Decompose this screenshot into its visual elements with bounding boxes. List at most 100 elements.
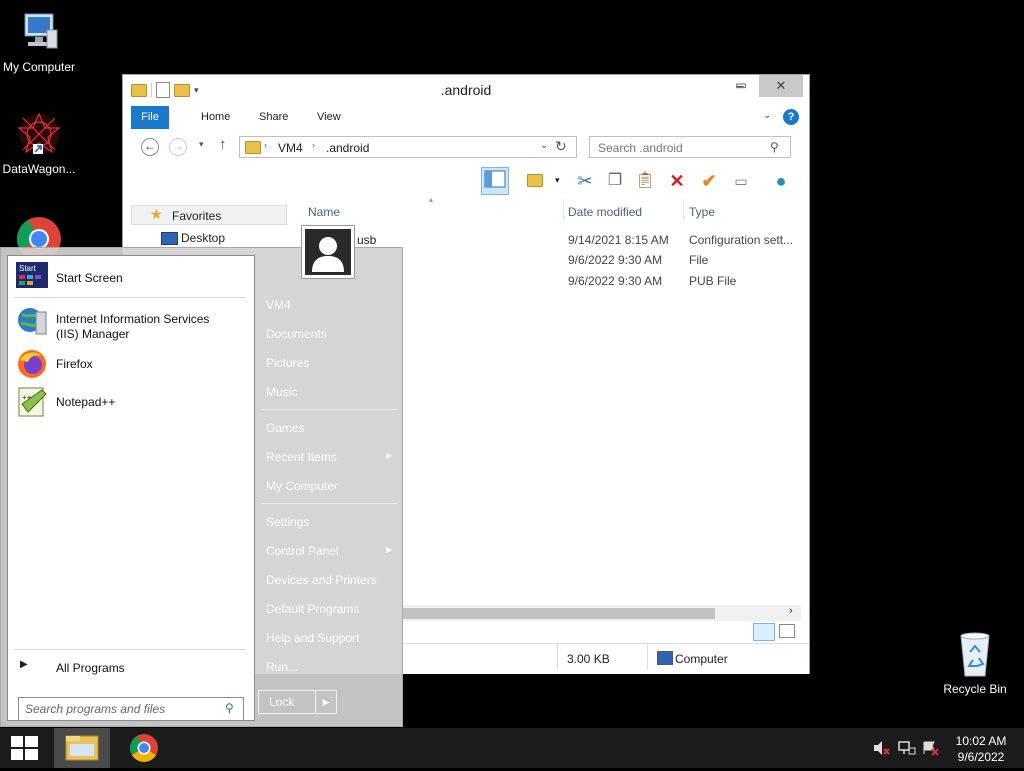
search-icon[interactable]: ⚲ xyxy=(225,701,234,715)
column-date-modified[interactable]: Date modified xyxy=(568,201,642,223)
search-box[interactable]: Search .android ⚲ xyxy=(589,136,791,158)
large-icons-view-icon[interactable] xyxy=(779,624,795,638)
tab-share[interactable]: Share xyxy=(249,106,298,129)
up-button[interactable]: ↑ xyxy=(219,136,227,153)
nav-desktop-label: Desktop xyxy=(181,231,226,245)
notepadpp-icon: ++ xyxy=(16,386,47,417)
search-icon[interactable]: ⚲ xyxy=(770,140,779,154)
scroll-right-icon[interactable]: › xyxy=(789,605,793,617)
network-icon[interactable] xyxy=(898,740,916,759)
nav-desktop[interactable]: Desktop xyxy=(131,227,287,247)
clock[interactable]: 10:02 AM 9/6/2022 xyxy=(950,734,1012,764)
recent-locations-icon[interactable]: ▾ xyxy=(199,139,204,150)
computer-icon xyxy=(15,8,63,56)
column-type[interactable]: Type xyxy=(689,201,715,223)
tab-view[interactable]: View xyxy=(307,106,351,129)
start-item-help-support[interactable]: Help and Support xyxy=(266,631,359,645)
program-iis-manager[interactable]: Internet Information Services (IIS) Mana… xyxy=(14,302,248,341)
expand-arrow-icon: ▶ xyxy=(20,659,28,670)
delete-icon[interactable]: ✕ xyxy=(663,167,691,195)
desktop-icon-my-computer[interactable]: My Computer xyxy=(0,8,81,74)
start-item-pictures[interactable]: Pictures xyxy=(266,356,309,370)
start-menu-programs-panel: Start Start Screen Internet Information … xyxy=(7,255,255,721)
rename-icon[interactable]: ▭ xyxy=(727,167,755,195)
start-item-settings[interactable]: Settings xyxy=(266,515,309,529)
program-notepadpp[interactable]: ++ Notepad++ xyxy=(14,384,248,420)
volume-muted-icon[interactable] xyxy=(872,740,890,759)
check-icon[interactable]: ✔ xyxy=(695,167,723,195)
start-item-music[interactable]: Music xyxy=(266,385,297,399)
close-button[interactable]: ✕ xyxy=(759,75,803,97)
desktop-icon-recycle-bin[interactable]: Recycle Bin xyxy=(933,630,1017,696)
all-programs-button[interactable]: ▶ All Programs xyxy=(14,656,246,680)
dropdown-icon[interactable]: ▾ xyxy=(555,175,560,186)
address-bar[interactable]: › VM4 › .android ⌄ xyxy=(239,136,577,158)
start-item-recent-items[interactable]: Recent Items xyxy=(266,450,337,464)
recycle-bin-icon xyxy=(951,630,999,678)
taskbar-chrome[interactable] xyxy=(116,728,172,768)
copy-icon[interactable]: ❐ xyxy=(601,167,629,195)
submenu-arrow-icon: ▶ xyxy=(386,451,393,460)
start-item-games[interactable]: Games xyxy=(266,421,305,435)
details-view-icon[interactable] xyxy=(753,623,775,641)
cut-icon[interactable]: ✂ xyxy=(571,167,599,195)
tab-home[interactable]: Home xyxy=(191,106,240,129)
datawagon-icon xyxy=(15,110,63,158)
svg-text:Start: Start xyxy=(19,264,37,273)
program-label-line1: Internet Information Services xyxy=(56,312,210,326)
start-search-input[interactable]: Search programs and files ⚲ xyxy=(18,697,244,721)
explorer-titlebar[interactable]: ▾ .android – ☐ ▭ ✕ xyxy=(123,75,809,105)
start-item-documents[interactable]: Documents xyxy=(266,327,327,341)
back-button[interactable]: ← xyxy=(141,138,159,156)
paste-icon[interactable]: 📋︎ xyxy=(631,167,659,195)
submenu-arrow-icon: ▶ xyxy=(386,545,393,554)
folder-options-icon[interactable] xyxy=(521,167,549,195)
desktop-icon-label: My Computer xyxy=(2,60,76,74)
action-center-icon[interactable] xyxy=(922,740,940,759)
start-item-my-computer[interactable]: My Computer xyxy=(266,479,338,493)
firefox-icon xyxy=(16,348,46,378)
scrollbar-thumb[interactable] xyxy=(403,608,715,619)
start-item-devices-printers[interactable]: Devices and Printers xyxy=(266,573,377,587)
breadcrumb-chevron-icon[interactable]: › xyxy=(264,140,267,150)
column-name[interactable]: Name xyxy=(308,201,340,223)
tab-file[interactable]: File xyxy=(131,106,169,129)
program-start-screen[interactable]: Start Start Screen xyxy=(14,260,248,296)
horizontal-scrollbar[interactable]: › xyxy=(403,605,801,621)
refresh-button[interactable]: ↻ xyxy=(555,138,567,155)
taskbar-file-explorer[interactable] xyxy=(54,728,110,768)
svg-text:++: ++ xyxy=(22,393,32,402)
forward-button[interactable]: → xyxy=(169,138,187,156)
program-label-line2: (IIS) Manager xyxy=(56,327,130,341)
nav-favorites-label: Favorites xyxy=(172,209,222,223)
user-avatar[interactable] xyxy=(301,225,355,279)
address-dropdown-icon[interactable]: ⌄ xyxy=(540,140,548,151)
program-label: Start Screen xyxy=(56,271,123,285)
desktop-icon-datawagon[interactable]: DataWagon... xyxy=(0,110,81,176)
status-location: Computer xyxy=(675,652,728,666)
taskbar: 10:02 AM 9/6/2022 xyxy=(0,728,1024,768)
nav-favorites[interactable]: ★ Favorites xyxy=(131,205,287,225)
help-icon[interactable]: ? xyxy=(783,109,799,125)
program-firefox[interactable]: Firefox xyxy=(14,346,248,382)
breadcrumb-chevron-icon[interactable]: › xyxy=(312,140,315,150)
breadcrumb-android[interactable]: .android xyxy=(326,141,369,155)
file-date: 9/6/2022 9:30 AM xyxy=(568,253,663,267)
globe-icon[interactable]: ● xyxy=(767,167,795,195)
start-button[interactable] xyxy=(0,728,50,768)
start-item-control-panel[interactable]: Control Panel xyxy=(266,544,339,558)
start-item-run[interactable]: Run... xyxy=(266,660,298,674)
expand-ribbon-icon[interactable]: ⌄ xyxy=(763,110,771,121)
desktop-icon-label: DataWagon... xyxy=(2,162,76,176)
shutdown-options-icon[interactable]: ▶ xyxy=(316,690,337,714)
sort-indicator-icon: ▴ xyxy=(429,195,434,204)
breadcrumb-vm4[interactable]: VM4 xyxy=(278,141,303,155)
start-screen-icon: Start xyxy=(16,262,48,292)
program-label: Firefox xyxy=(56,357,93,371)
desktop-icon xyxy=(161,232,178,245)
maximize-icon: ▭ xyxy=(735,78,747,92)
start-item-default-programs[interactable]: Default Programs xyxy=(266,602,359,616)
start-item-vm4[interactable]: VM4 xyxy=(266,298,291,312)
preview-pane-icon[interactable] xyxy=(481,167,509,195)
lock-button[interactable]: Lock xyxy=(258,690,316,714)
